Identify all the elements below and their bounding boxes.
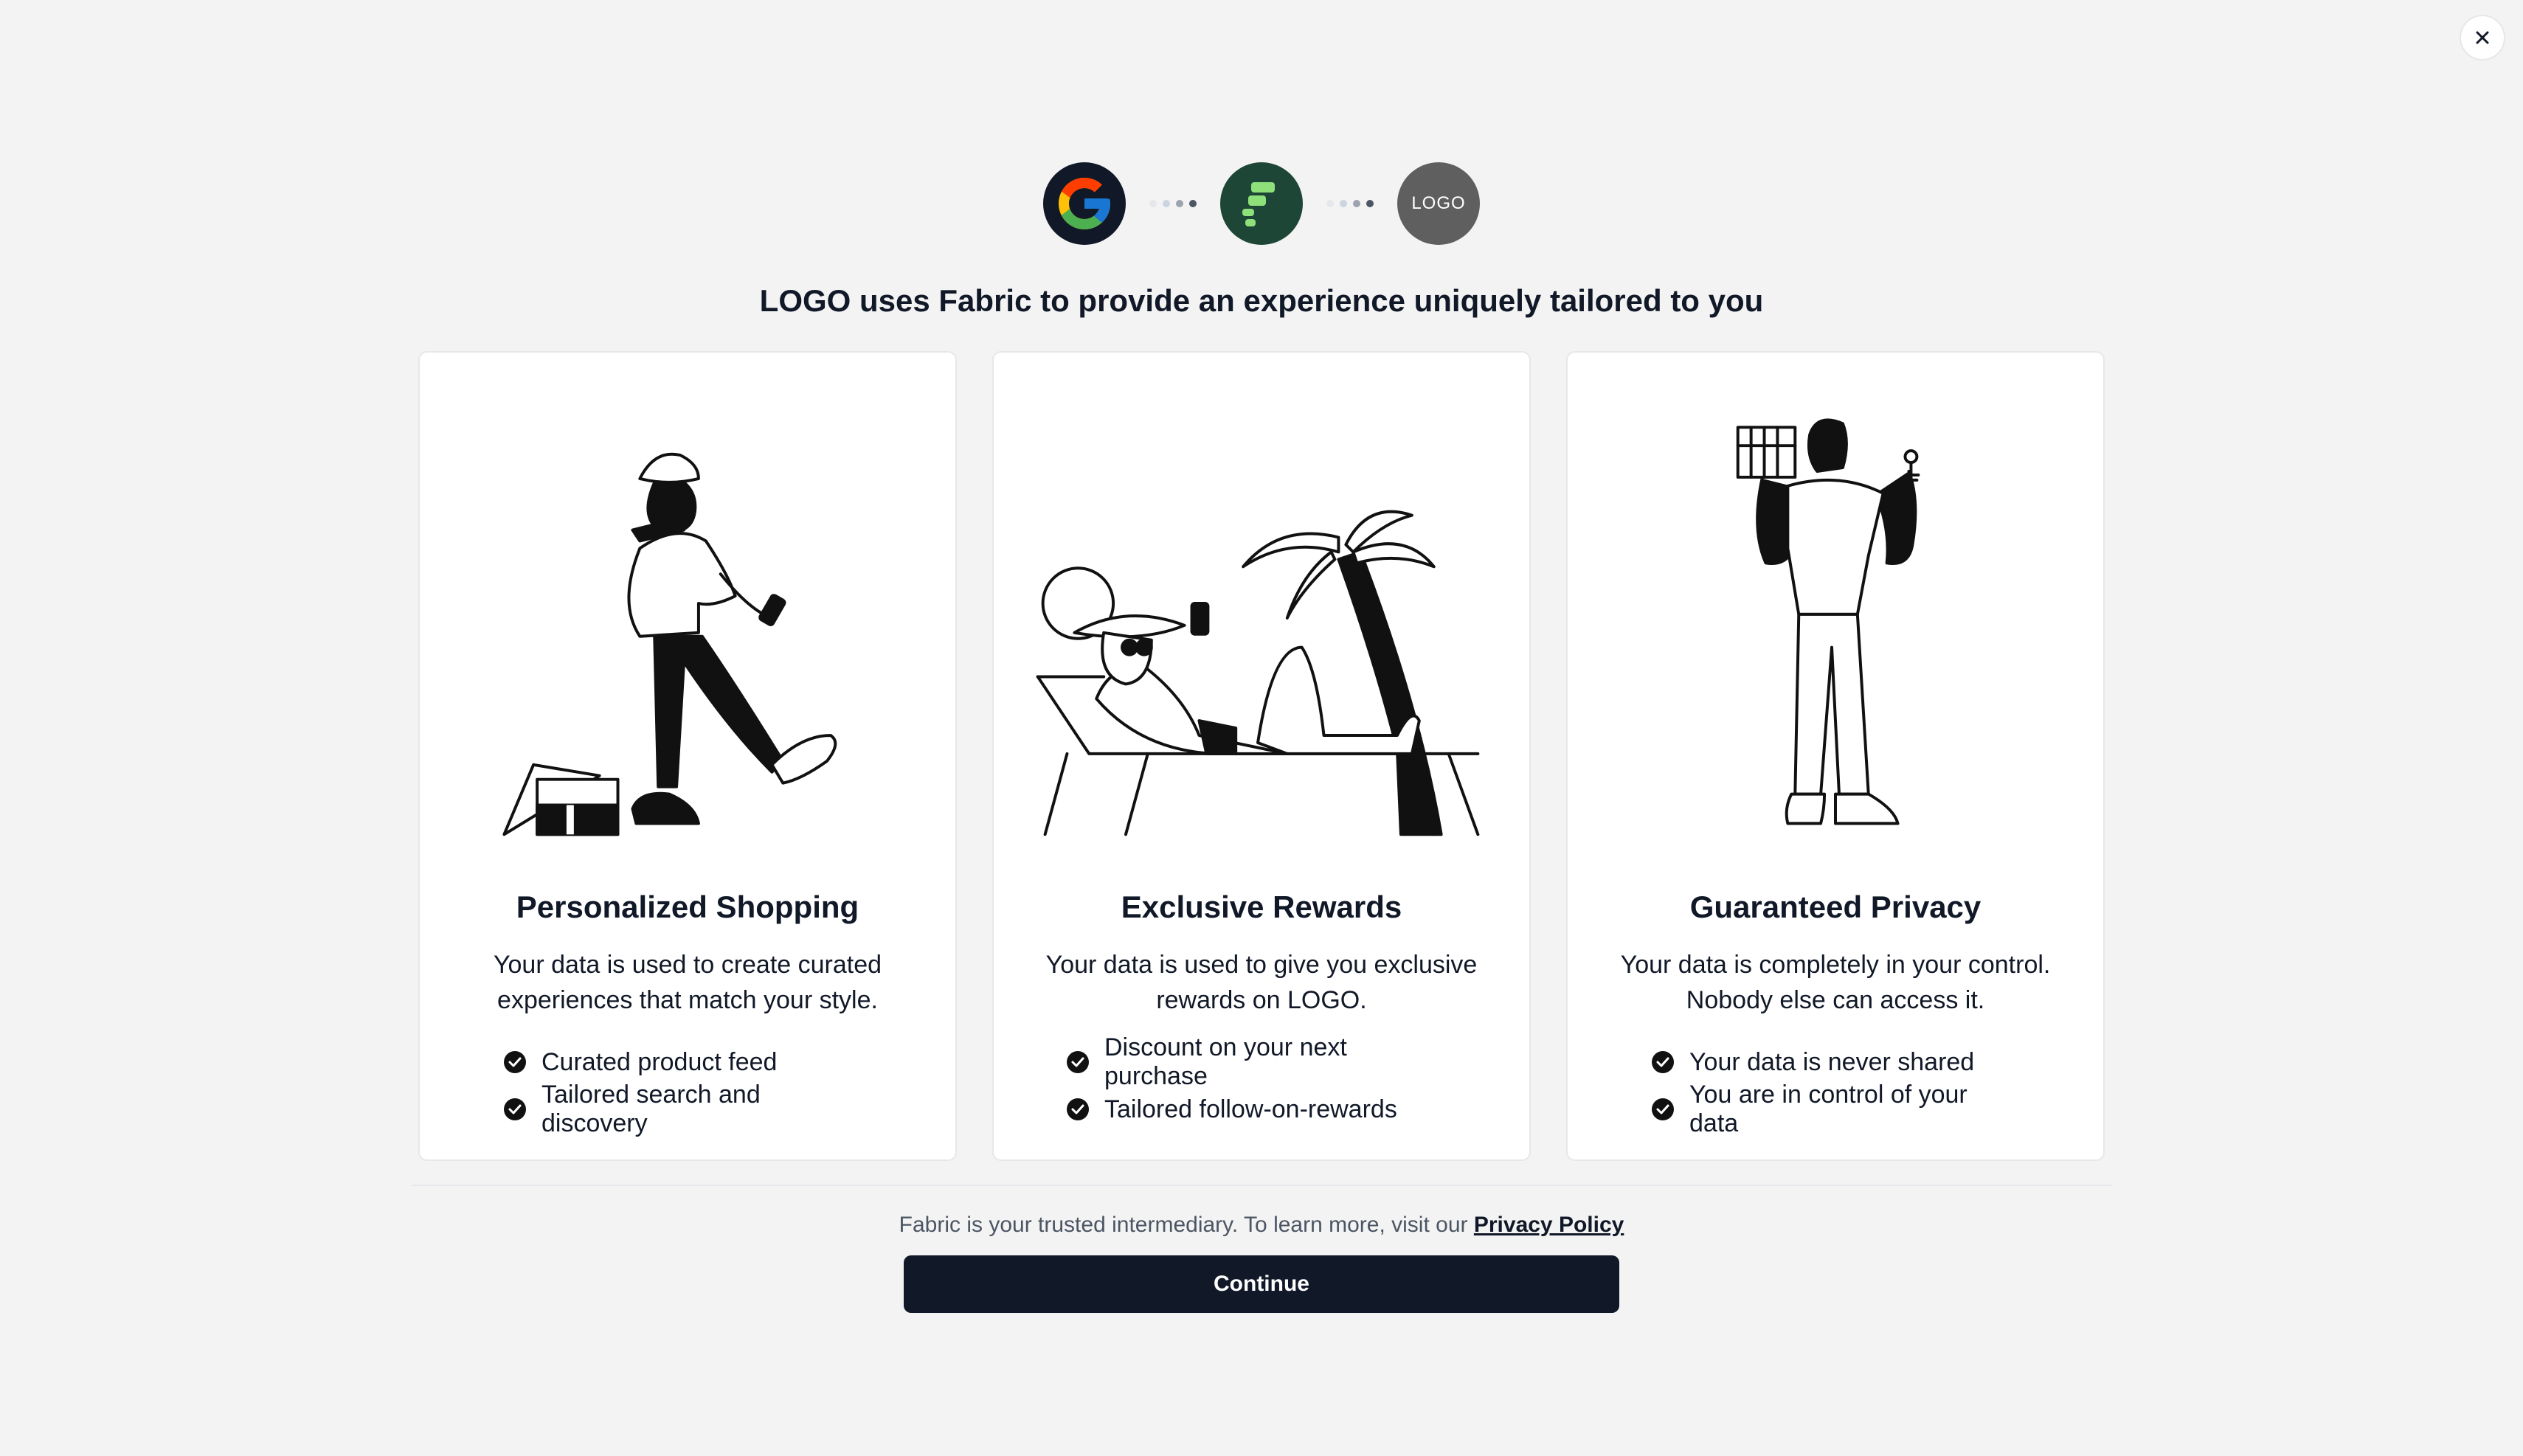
card-description: Your data is used to create curated expe… [493,951,882,1014]
card-title: Exclusive Rewards [1121,890,1402,924]
check-icon [1067,1098,1089,1120]
brand-logo: LOGO [1397,162,1480,245]
list-item: You are in control of your data [1568,1081,2103,1137]
google-logo-icon [1043,162,1126,245]
connection-logos: LOGO [0,162,2523,245]
list-item: Tailored follow-on-rewards [994,1086,1529,1133]
list-item: Curated product feed [420,1039,955,1086]
list-item: Tailored search and discovery [420,1081,955,1137]
card-bullets: Curated product feed Tailored search and… [420,1039,955,1137]
continue-button[interactable]: Continue [904,1255,1619,1313]
card-title: Guaranteed Privacy [1689,890,1982,924]
person-kicking-box-illustration [420,353,955,854]
check-icon [504,1098,526,1120]
close-button[interactable] [2460,15,2505,60]
fabric-logo-icon [1220,162,1303,245]
card-description: Your data is completely in your control.… [1620,951,2051,1014]
connector-dots [1326,200,1374,207]
card-guaranteed-privacy: Guaranteed Privacy Your data is complete… [1566,351,2105,1161]
card-exclusive-rewards: Exclusive Rewards Your data is used to g… [992,351,1531,1161]
card-bullets: Your data is never shared You are in con… [1568,1039,2103,1137]
person-holding-cage-and-key-illustration [1568,353,2103,854]
page-title: LOGO uses Fabric to provide an experienc… [759,283,1764,318]
check-icon [504,1051,526,1073]
connector-dots [1149,200,1197,207]
check-icon [1652,1051,1674,1073]
card-description: Your data is used to give you exclusive … [1045,951,1478,1014]
card-personalized-shopping: Personalized Shopping Your data is used … [418,351,957,1161]
card-title: Personalized Shopping [516,890,859,924]
list-item: Discount on your next purchase [994,1033,1529,1090]
person-lounging-beach-illustration [994,353,1529,854]
divider [412,1185,2111,1186]
brand-logo-text: LOGO [1411,193,1466,213]
check-icon [1067,1051,1089,1073]
privacy-policy-link[interactable]: Privacy Policy [1474,1213,1624,1237]
list-item: Your data is never shared [1568,1039,2103,1086]
check-icon [1652,1098,1674,1120]
close-icon [2476,31,2489,44]
card-bullets: Discount on your next purchase Tailored … [994,1033,1529,1133]
footer-note: Fabric is your trusted intermediary. To … [899,1213,1624,1237]
